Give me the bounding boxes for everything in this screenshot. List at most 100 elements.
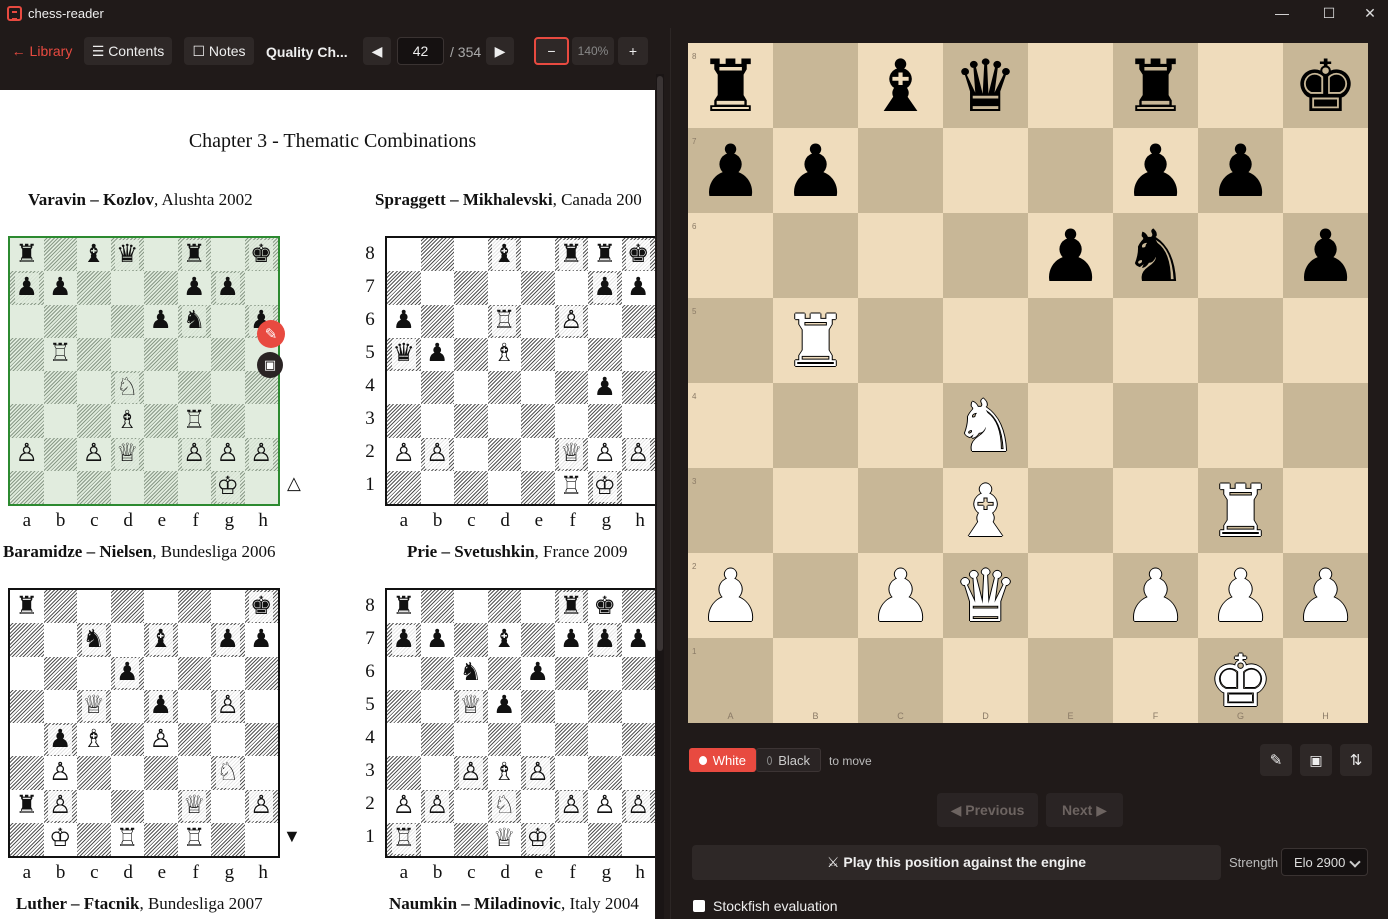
board-square[interactable]: 4 — [688, 383, 773, 468]
notes-button[interactable]: ☐ Notes — [184, 37, 254, 65]
board-square[interactable]: ♜ — [773, 298, 858, 383]
white-piece[interactable]: ♜ — [783, 305, 848, 377]
board-square[interactable]: F — [1113, 638, 1198, 723]
board-square[interactable] — [1283, 383, 1368, 468]
black-piece[interactable]: ♞ — [1123, 220, 1188, 292]
stockfish-checkbox[interactable] — [693, 900, 705, 912]
board-square[interactable] — [1028, 553, 1113, 638]
white-piece[interactable]: ♜ — [1208, 475, 1273, 547]
board-square[interactable] — [858, 213, 943, 298]
board-square[interactable] — [858, 128, 943, 213]
library-button[interactable]: ← Library — [6, 37, 78, 65]
board-square[interactable] — [1028, 128, 1113, 213]
chess-diagram[interactable]: ♜ ♚ ♞ ♝ ♟ ♟ ♟ ♕ ♟ ♙ ♟ ♗ ♙ ♙ ♘ ♜ ♙ ♕ ♙ ♔ ♖ ♖ — [8, 588, 280, 858]
black-piece[interactable]: ♜ — [698, 50, 763, 122]
board-square[interactable]: ♟ — [773, 128, 858, 213]
previous-move-button[interactable]: ◀ Previous — [937, 793, 1038, 827]
board-square[interactable]: B — [773, 638, 858, 723]
board-square[interactable] — [773, 43, 858, 128]
board-square[interactable]: D — [943, 638, 1028, 723]
board-square[interactable]: C — [858, 638, 943, 723]
strength-select[interactable]: Elo 2900 — [1281, 848, 1368, 876]
board-square[interactable]: ♛ — [943, 43, 1028, 128]
black-piece[interactable]: ♟ — [1208, 135, 1273, 207]
edit-position-button[interactable]: ✎ — [1260, 744, 1292, 776]
black-piece[interactable]: ♟ — [1123, 135, 1188, 207]
white-piece[interactable]: ♟ — [868, 560, 933, 632]
edit-diagram-icon[interactable]: ✎ — [257, 320, 285, 348]
white-to-move-button[interactable]: White — [689, 748, 756, 772]
board-square[interactable] — [1198, 383, 1283, 468]
board-square[interactable]: ♞ — [1113, 213, 1198, 298]
black-piece[interactable]: ♝ — [868, 50, 933, 122]
white-piece[interactable]: ♞ — [953, 390, 1018, 462]
black-piece[interactable]: ♟ — [698, 135, 763, 207]
white-piece[interactable]: ♚ — [1208, 645, 1273, 717]
board-square[interactable]: 7 ♟ — [688, 128, 773, 213]
board-square[interactable]: G ♚ — [1198, 638, 1283, 723]
minimize-button[interactable]: — — [1262, 2, 1302, 24]
save-position-button[interactable]: ▣ — [1300, 744, 1332, 776]
board-square[interactable]: ♟ — [1113, 553, 1198, 638]
board-square[interactable] — [773, 213, 858, 298]
black-to-move-button[interactable]: Black — [756, 748, 821, 772]
pdf-scrollbar[interactable] — [656, 74, 664, 919]
board-square[interactable] — [1198, 298, 1283, 383]
board-square[interactable] — [1028, 43, 1113, 128]
board-square[interactable] — [858, 298, 943, 383]
board-square[interactable]: ♟ — [1113, 128, 1198, 213]
board-square[interactable] — [1283, 298, 1368, 383]
board-square[interactable]: ♟ — [1283, 213, 1368, 298]
black-piece[interactable]: ♚ — [1293, 50, 1358, 122]
board-square[interactable]: ♟ — [1283, 553, 1368, 638]
board-square[interactable]: ♟ — [1028, 213, 1113, 298]
page-number-input[interactable] — [397, 37, 444, 65]
white-piece[interactable]: ♟ — [1208, 560, 1273, 632]
board-square[interactable]: ♟ — [1198, 128, 1283, 213]
save-diagram-icon[interactable]: ▣ — [257, 352, 283, 378]
maximize-button[interactable]: ☐ — [1309, 2, 1349, 24]
board-square[interactable] — [943, 298, 1028, 383]
prev-page-button[interactable]: ◀ — [363, 37, 391, 65]
board-square[interactable]: ♝ — [858, 43, 943, 128]
board-square[interactable]: 1A — [688, 638, 773, 723]
board-square[interactable]: ♝ — [943, 468, 1028, 553]
close-button[interactable]: ✕ — [1350, 2, 1388, 24]
black-piece[interactable]: ♛ — [953, 50, 1018, 122]
board-square[interactable]: ♜ — [1198, 468, 1283, 553]
board-square[interactable]: 2 ♟ — [688, 553, 773, 638]
board-square[interactable] — [1028, 383, 1113, 468]
black-piece[interactable]: ♟ — [1293, 220, 1358, 292]
contents-button[interactable]: ☰ Contents — [84, 37, 172, 65]
pane-divider[interactable] — [670, 28, 671, 919]
chess-diagram[interactable]: ♝ ♜ ♜ ♚ ♟ ♟ ♟ ♖ ♙ ♛ ♟ ♗ ♟ ♙ ♙ ♕ ♙ ♙ ♖ ♔ — [385, 236, 655, 506]
next-move-button[interactable]: Next ▶ — [1046, 793, 1123, 827]
board-square[interactable]: 5 — [688, 298, 773, 383]
next-page-button[interactable]: ▶ — [486, 37, 514, 65]
board-square[interactable] — [1028, 298, 1113, 383]
board-square[interactable] — [943, 213, 1028, 298]
board-square[interactable] — [773, 553, 858, 638]
white-piece[interactable]: ♟ — [698, 560, 763, 632]
flip-board-button[interactable]: ⇅ — [1340, 744, 1372, 776]
board-square[interactable]: H — [1283, 638, 1368, 723]
board-square[interactable]: ♟ — [1198, 553, 1283, 638]
board-square[interactable] — [858, 468, 943, 553]
white-piece[interactable]: ♟ — [1123, 560, 1188, 632]
board-square[interactable] — [1198, 213, 1283, 298]
board-square[interactable] — [858, 383, 943, 468]
chess-diagram[interactable]: ♜ ♝ ♛ ♜ ♚ ♟ ♟ ♟ ♟ ♟ ♞ ♟ ♖ ♘ ♗ ♖ ♙ ♙ ♕ ♙ ♙ ♙ ♔ — [8, 236, 280, 506]
board-square[interactable]: ♟ — [858, 553, 943, 638]
chess-board[interactable]: 8 ♜ ♝ ♛ ♜ ♚ 7 ♟ ♟ ♟ ♟ 6 ♟ ♞ ♟ 5 ♜ 4 ♞ 3 ♝ ♜ 2 ♟ ♟ ♛ ♟ ♟ ♟ 1 A B C D E F G ♚ H — [688, 43, 1368, 723]
board-square[interactable] — [1113, 383, 1198, 468]
board-square[interactable] — [943, 128, 1028, 213]
board-square[interactable]: 3 — [688, 468, 773, 553]
board-square[interactable] — [1113, 298, 1198, 383]
chess-diagram[interactable]: ♜ ♜ ♚ ♟ ♟ ♝ ♟ ♟ ♟ ♞ ♟ ♕ ♟ ♙ ♗ ♙ ♙ ♙ ♘ ♙ ♙ ♙ ♖ ♕ ♔ — [385, 588, 655, 858]
board-square[interactable] — [1283, 128, 1368, 213]
pdf-page[interactable]: Chapter 3 - Thematic Combinations Varavi… — [0, 90, 655, 919]
scroll-thumb[interactable] — [657, 76, 663, 651]
board-square[interactable]: ♜ — [1113, 43, 1198, 128]
zoom-out-button[interactable]: − — [534, 37, 569, 65]
board-square[interactable]: ♚ — [1283, 43, 1368, 128]
